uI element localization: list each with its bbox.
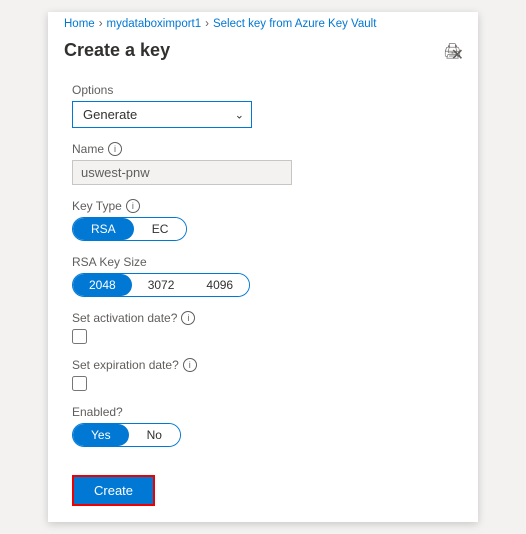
options-field: Options Generate Import Restore Backup ⌄	[72, 83, 454, 128]
activation-checkbox-row	[72, 329, 454, 344]
activation-date-field: Set activation date? i	[72, 311, 454, 344]
rsa-key-size-field: RSA Key Size 2048 3072 4096	[72, 255, 454, 297]
key-type-field: Key Type i RSA EC	[72, 199, 454, 241]
name-info-icon: i	[108, 142, 122, 156]
activation-info-icon: i	[181, 311, 195, 325]
breadcrumb-sep-2: ›	[205, 18, 209, 30]
options-select-wrapper: Generate Import Restore Backup ⌄	[72, 101, 252, 128]
breadcrumb-sep-1: ›	[99, 18, 103, 30]
key-type-label: Key Type i	[72, 199, 454, 213]
expiration-info-icon: i	[183, 358, 197, 372]
key-type-info-icon: i	[126, 199, 140, 213]
enabled-yes-button[interactable]: Yes	[73, 424, 129, 446]
enabled-toggle: Yes No	[72, 423, 181, 447]
key-type-ec-button[interactable]: EC	[134, 218, 187, 240]
form-content: Options Generate Import Restore Backup ⌄…	[48, 69, 478, 463]
name-label: Name i	[72, 142, 454, 156]
rsa-size-3072-button[interactable]: 3072	[132, 274, 191, 296]
create-key-panel: Home › mydataboximport1 › Select key fro…	[48, 12, 478, 522]
key-type-toggle: RSA EC	[72, 217, 187, 241]
panel-footer: Create	[48, 463, 478, 522]
rsa-key-size-label: RSA Key Size	[72, 255, 454, 269]
options-select[interactable]: Generate Import Restore Backup	[72, 101, 252, 128]
key-type-rsa-button[interactable]: RSA	[73, 218, 134, 240]
expiration-checkbox-row	[72, 376, 454, 391]
page-title: Create a key	[64, 40, 433, 61]
enabled-label: Enabled?	[72, 405, 454, 419]
rsa-size-4096-button[interactable]: 4096	[190, 274, 249, 296]
expiration-date-field: Set expiration date? i	[72, 358, 454, 391]
enabled-field: Enabled? Yes No	[72, 405, 454, 447]
activation-date-label: Set activation date? i	[72, 311, 454, 325]
close-button[interactable]: ✕	[451, 48, 464, 64]
rsa-key-size-toggle: 2048 3072 4096	[72, 273, 250, 297]
breadcrumb-current: Select key from Azure Key Vault	[213, 18, 376, 30]
breadcrumb-home[interactable]: Home	[64, 18, 95, 30]
enabled-no-button[interactable]: No	[129, 424, 180, 446]
options-label: Options	[72, 83, 454, 97]
expiration-checkbox[interactable]	[72, 376, 87, 391]
breadcrumb-import[interactable]: mydataboximport1	[107, 18, 202, 30]
name-input[interactable]	[72, 160, 292, 185]
create-button[interactable]: Create	[72, 475, 155, 506]
panel-header: Create a key 🖨	[48, 30, 478, 69]
activation-checkbox[interactable]	[72, 329, 87, 344]
breadcrumb: Home › mydataboximport1 › Select key fro…	[48, 12, 478, 30]
rsa-size-2048-button[interactable]: 2048	[73, 274, 132, 296]
name-field: Name i	[72, 142, 454, 185]
expiration-date-label: Set expiration date? i	[72, 358, 454, 372]
